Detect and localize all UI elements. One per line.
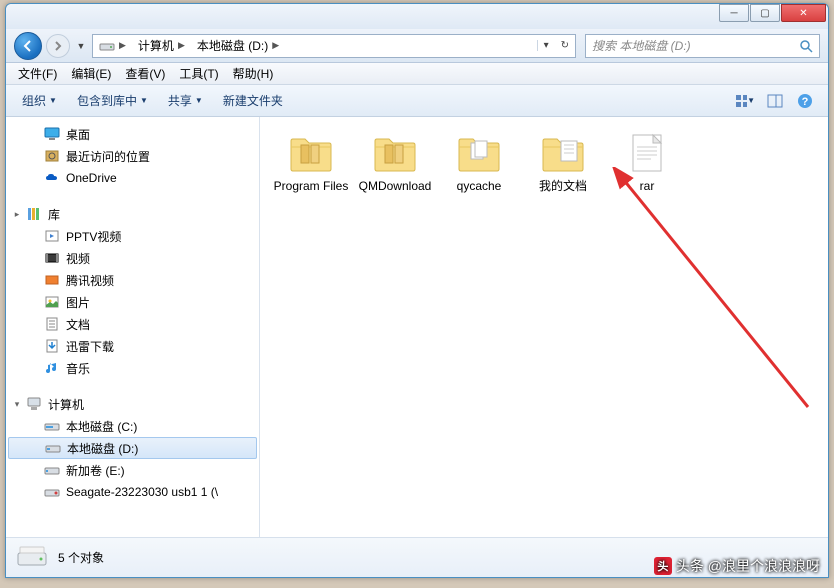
- navigation-pane[interactable]: 桌面 最近访问的位置 OneDrive ▸库 PPTV视频 视频 腾讯视频 图片…: [6, 117, 260, 537]
- close-button[interactable]: ✕: [781, 4, 826, 22]
- navbar: ▼ ▶ 计算机 ▶ 本地磁盘 (D:) ▶ ▾ ↻ 搜索 本地磁盘 (D:): [6, 29, 828, 63]
- forward-button[interactable]: [46, 34, 70, 58]
- recent-icon: [44, 148, 60, 164]
- sidebar-item-drive-e[interactable]: 新加卷 (E:): [6, 459, 259, 481]
- chevron-right-icon: ▶: [178, 40, 185, 51]
- menu-tools[interactable]: 工具(T): [173, 63, 224, 84]
- dropdown-icon[interactable]: ▾: [538, 40, 555, 51]
- organize-button[interactable]: 组织 ▼: [14, 89, 65, 112]
- annotation-arrow: [608, 167, 818, 417]
- sidebar-item-tencent[interactable]: 腾讯视频: [6, 269, 259, 291]
- download-icon: [44, 338, 60, 354]
- menu-view[interactable]: 查看(V): [119, 63, 171, 84]
- refresh-button[interactable]: ↻: [555, 40, 575, 51]
- menubar: 文件(F) 编辑(E) 查看(V) 工具(T) 帮助(H): [6, 63, 828, 85]
- sidebar-item-music[interactable]: 音乐: [6, 357, 259, 379]
- sidebar-header-computer[interactable]: ▾计算机: [6, 393, 259, 415]
- chevron-right-icon: ▶: [119, 40, 126, 51]
- expand-icon[interactable]: ▸: [12, 209, 22, 220]
- search-box[interactable]: 搜索 本地磁盘 (D:): [585, 34, 820, 58]
- sidebar-item-pptv[interactable]: PPTV视频: [6, 225, 259, 247]
- sidebar-item-videos[interactable]: 视频: [6, 247, 259, 269]
- svg-text:?: ?: [802, 96, 809, 108]
- video-icon: [44, 228, 60, 244]
- library-icon: [26, 206, 42, 222]
- sidebar-item-desktop[interactable]: 桌面: [6, 123, 259, 145]
- address-actions: ▾ ↻: [537, 40, 575, 51]
- music-icon: [44, 360, 60, 376]
- pictures-icon: [44, 294, 60, 310]
- drive-icon: [16, 545, 48, 571]
- body: 桌面 最近访问的位置 OneDrive ▸库 PPTV视频 视频 腾讯视频 图片…: [6, 117, 828, 537]
- sidebar-item-drive-usb[interactable]: Seagate-23223030 usb1 1 (\: [6, 481, 259, 503]
- file-item[interactable]: qycache: [438, 131, 520, 193]
- file-item[interactable]: QMDownload: [354, 131, 436, 193]
- preview-pane-button[interactable]: [764, 91, 786, 111]
- new-folder-button[interactable]: 新建文件夹: [215, 89, 291, 112]
- drive-icon: [45, 440, 61, 456]
- toolbar: 组织 ▼ 包含到库中 ▼ 共享 ▼ 新建文件夹 ▼ ?: [6, 85, 828, 117]
- statusbar: 5 个对象: [6, 537, 828, 577]
- chevron-right-icon: ▶: [272, 40, 279, 51]
- file-label: QMDownload: [359, 179, 432, 193]
- help-button[interactable]: ?: [794, 91, 816, 111]
- drive-icon: [99, 38, 115, 54]
- docs-icon: [44, 316, 60, 332]
- sidebar-item-drive-d[interactable]: 本地磁盘 (D:): [8, 437, 257, 459]
- sidebar-item-recent[interactable]: 最近访问的位置: [6, 145, 259, 167]
- file-label: 我的文档: [539, 179, 587, 193]
- sidebar-item-pictures[interactable]: 图片: [6, 291, 259, 313]
- drive-icon: [44, 418, 60, 434]
- address-bar[interactable]: ▶ 计算机 ▶ 本地磁盘 (D:) ▶ ▾ ↻: [92, 34, 576, 58]
- breadcrumb-segment[interactable]: 计算机: [138, 37, 174, 54]
- file-item[interactable]: Program Files: [270, 131, 352, 193]
- file-label: qycache: [457, 179, 502, 193]
- menu-help[interactable]: 帮助(H): [227, 63, 280, 84]
- sidebar-header-libraries[interactable]: ▸库: [6, 203, 259, 225]
- expand-icon[interactable]: ▾: [12, 399, 22, 410]
- menu-file[interactable]: 文件(F): [12, 63, 63, 84]
- maximize-button[interactable]: ▢: [750, 4, 780, 22]
- video-icon: [44, 272, 60, 288]
- sidebar-item-xunlei[interactable]: 迅雷下载: [6, 335, 259, 357]
- menu-edit[interactable]: 编辑(E): [65, 63, 117, 84]
- minimize-button[interactable]: ─: [719, 4, 749, 22]
- onedrive-icon: [44, 170, 60, 186]
- back-button[interactable]: [14, 32, 42, 60]
- file-label: rar: [640, 179, 655, 193]
- sidebar-item-drive-c[interactable]: 本地磁盘 (C:): [6, 415, 259, 437]
- computer-icon: [26, 396, 42, 412]
- history-dropdown[interactable]: ▼: [74, 41, 88, 51]
- sidebar-item-onedrive[interactable]: OneDrive: [6, 167, 259, 189]
- search-icon: [799, 39, 813, 53]
- desktop-icon: [44, 126, 60, 142]
- drive-icon: [44, 462, 60, 478]
- include-library-button[interactable]: 包含到库中 ▼: [69, 89, 156, 112]
- sidebar-item-documents[interactable]: 文档: [6, 313, 259, 335]
- status-count: 5 个对象: [58, 549, 104, 566]
- explorer-window: ─ ▢ ✕ ▼ ▶ 计算机 ▶ 本地磁盘 (D:) ▶ ▾ ↻ 搜索 本地磁盘 (D…: [5, 3, 829, 578]
- video-icon: [44, 250, 60, 266]
- view-options-button[interactable]: ▼: [734, 91, 756, 111]
- breadcrumb-segment[interactable]: 本地磁盘 (D:): [197, 37, 268, 54]
- file-item[interactable]: rar: [606, 131, 688, 193]
- share-button[interactable]: 共享 ▼: [160, 89, 211, 112]
- titlebar: ─ ▢ ✕: [6, 4, 828, 29]
- usb-drive-icon: [44, 484, 60, 500]
- search-placeholder: 搜索 本地磁盘 (D:): [592, 37, 691, 54]
- file-list[interactable]: Program Files QMDownload qycache 我的文档 rar: [260, 117, 828, 537]
- file-item[interactable]: 我的文档: [522, 131, 604, 193]
- file-label: Program Files: [274, 179, 349, 193]
